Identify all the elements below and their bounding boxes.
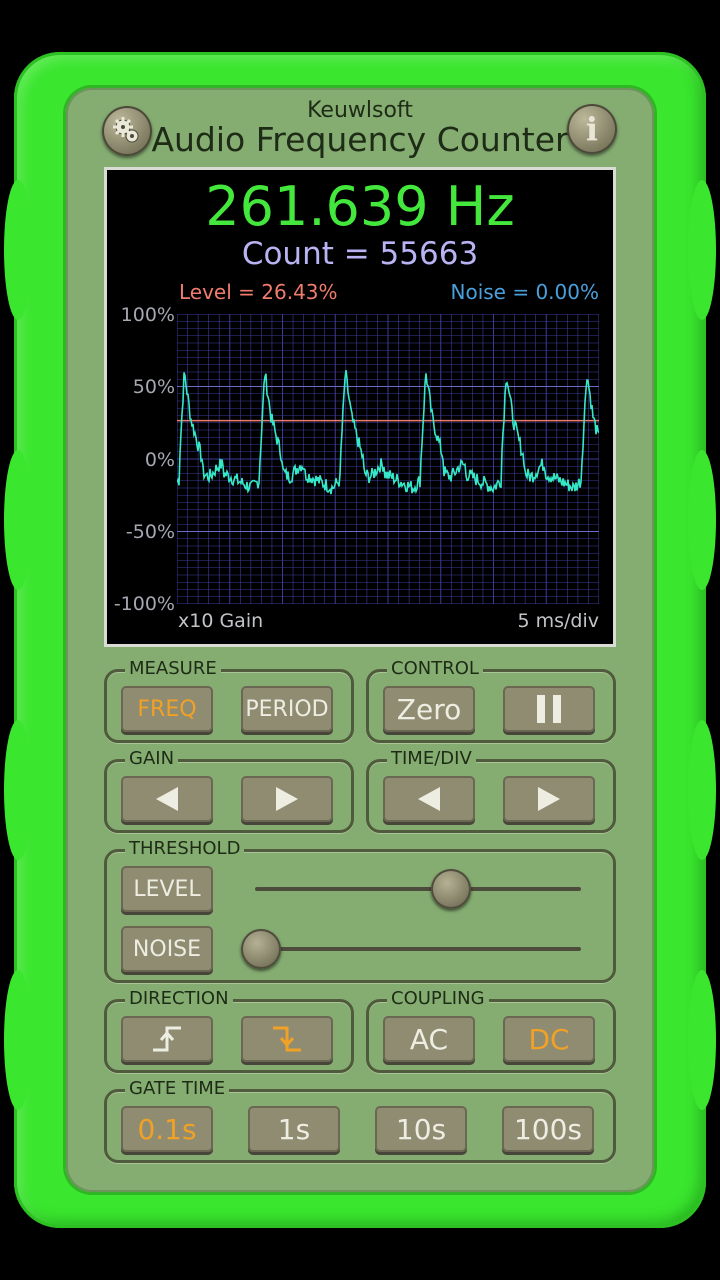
direction-group: DIRECTION: [104, 988, 354, 1073]
freq-button[interactable]: FREQ: [121, 686, 213, 732]
control-group: CONTROL Zero: [366, 658, 616, 743]
noise-slider-track[interactable]: [255, 947, 581, 951]
level-readout: Level = 26.43%: [179, 280, 338, 304]
info-icon: i: [585, 110, 599, 148]
gate-10s-button[interactable]: 10s: [375, 1106, 467, 1152]
coupling-group: COUPLING AC DC: [366, 988, 616, 1073]
period-button[interactable]: PERIOD: [241, 686, 333, 732]
gain-down-button[interactable]: [121, 776, 213, 822]
gate-time-group: GATE TIME 0.1s 1s 10s 100s: [104, 1078, 616, 1163]
level-button[interactable]: LEVEL: [121, 866, 213, 912]
pause-button[interactable]: [503, 686, 595, 732]
right-arrow-icon: [276, 787, 298, 811]
gate-0.1s-button[interactable]: 0.1s: [121, 1106, 213, 1152]
direction-label: DIRECTION: [125, 988, 233, 1010]
falling-edge-button[interactable]: [241, 1016, 333, 1062]
count-readout: Count = 55663: [241, 236, 479, 272]
gain-group-label: GAIN: [125, 748, 179, 770]
info-button[interactable]: i: [567, 104, 617, 154]
ac-button[interactable]: AC: [383, 1016, 475, 1062]
gain-up-button[interactable]: [241, 776, 333, 822]
left-arrow-icon: [156, 787, 178, 811]
time-div-group: TIME/DIV: [366, 748, 616, 833]
level-slider-track[interactable]: [255, 887, 581, 891]
y-tick-label: 0%: [144, 449, 175, 471]
gear-icon: [113, 117, 139, 143]
y-tick-label: -50%: [125, 521, 175, 543]
right-arrow-icon: [538, 787, 560, 811]
y-tick-label: 100%: [120, 304, 175, 326]
display-screen: 261.639 Hz Count = 55663 Level = 26.43% …: [104, 167, 616, 647]
zero-button[interactable]: Zero: [383, 686, 475, 732]
measure-label: MEASURE: [125, 658, 221, 680]
gain-label: x10 Gain: [178, 610, 264, 632]
noise-button[interactable]: NOISE: [121, 926, 213, 972]
level-slider-thumb[interactable]: [430, 869, 471, 909]
gain-group: GAIN: [104, 748, 354, 833]
pause-icon: [537, 695, 561, 723]
measure-group: MEASURE FREQ PERIOD: [104, 658, 354, 743]
rising-edge-button[interactable]: [121, 1016, 213, 1062]
settings-button[interactable]: [102, 106, 152, 156]
gate-time-label: GATE TIME: [125, 1078, 230, 1100]
left-arrow-icon: [418, 787, 440, 811]
time-div-up-button[interactable]: [503, 776, 595, 822]
y-tick-label: -100%: [113, 593, 175, 615]
time-div-down-button[interactable]: [383, 776, 475, 822]
time-div-label: 5 ms/div: [517, 610, 599, 632]
y-tick-label: 50%: [132, 376, 175, 398]
waveform-plot: [177, 314, 599, 604]
control-label: CONTROL: [387, 658, 483, 680]
threshold-label: THRESHOLD: [125, 838, 245, 860]
rising-edge-icon: [153, 1026, 181, 1052]
threshold-group: THRESHOLD LEVEL NOISE: [104, 838, 616, 983]
gate-100s-button[interactable]: 100s: [502, 1106, 594, 1152]
coupling-label: COUPLING: [387, 988, 489, 1010]
falling-edge-icon: [273, 1026, 301, 1052]
dc-button[interactable]: DC: [503, 1016, 595, 1062]
time-div-group-label: TIME/DIV: [387, 748, 476, 770]
noise-slider-thumb[interactable]: [241, 929, 281, 969]
noise-readout: Noise = 0.00%: [450, 280, 600, 304]
frequency-readout: 261.639 Hz: [205, 175, 515, 238]
gate-1s-button[interactable]: 1s: [248, 1106, 340, 1152]
